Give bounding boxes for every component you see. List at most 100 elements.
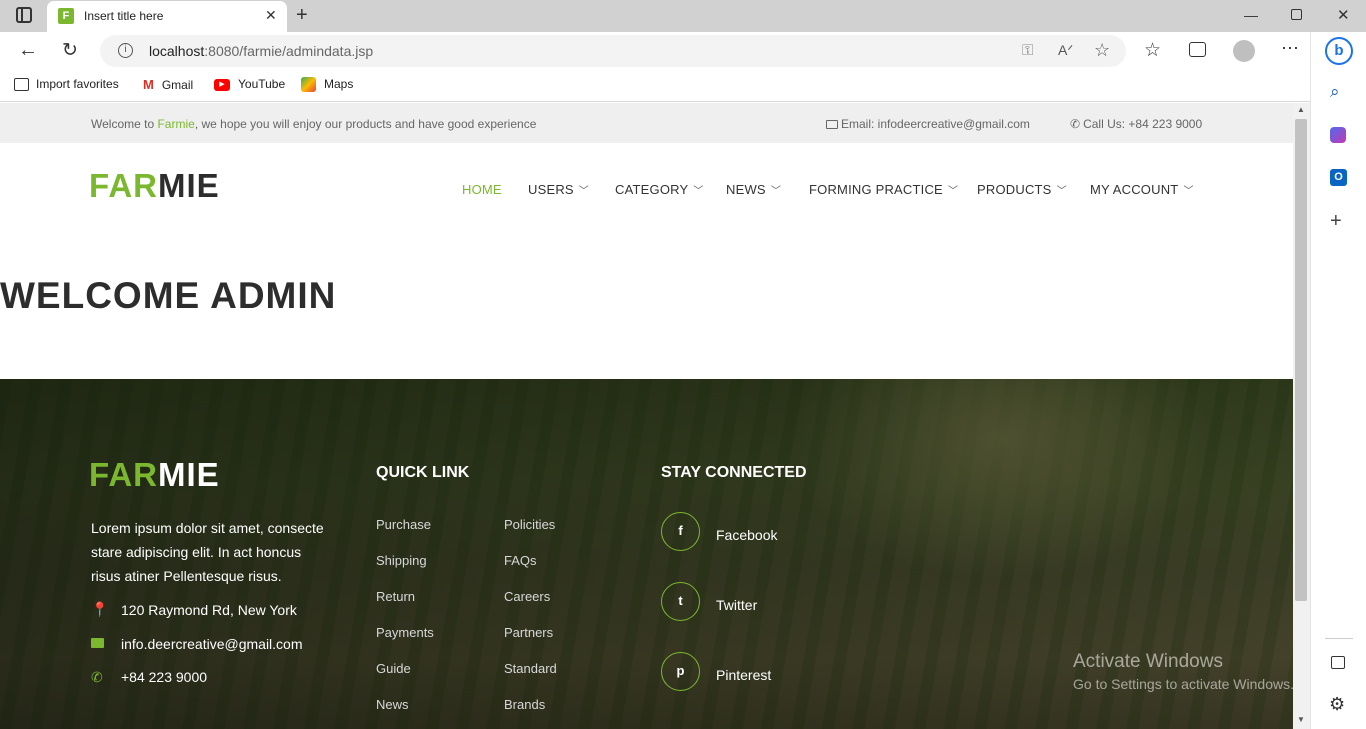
nav-news[interactable]: NEWS ﹀ [726, 182, 781, 197]
settings-gear-icon[interactable]: ⚙ [1329, 694, 1345, 715]
footer-description-line: Lorem ipsum dolor sit amet, consecte [91, 520, 324, 536]
add-sidebar-app-icon[interactable]: + [1330, 210, 1342, 233]
nav-label: PRODUCTS [977, 182, 1052, 197]
pinterest-icon[interactable]: p [661, 652, 700, 691]
profile-avatar[interactable] [1233, 40, 1255, 62]
back-icon[interactable]: ← [18, 39, 38, 62]
map-pin-icon: 📍 [91, 601, 109, 617]
nav-users[interactable]: USERS ﹀ [528, 182, 589, 197]
favorite-gmail[interactable]: M Gmail [143, 77, 193, 92]
site-info-icon[interactable]: i [118, 43, 133, 58]
chevron-down-icon: ﹀ [947, 186, 959, 197]
top-phone[interactable]: ✆ Call Us: +84 223 9000 [1070, 117, 1202, 131]
facebook-link[interactable]: Facebook [716, 527, 777, 543]
footer-description-line: stare adipiscing elit. In act honcus [91, 544, 302, 560]
logo-dark-part: MIE [158, 456, 220, 493]
watermark-subtitle: Go to Settings to activate Windows. [1073, 676, 1293, 692]
sidebar-divider [1325, 638, 1353, 639]
footer-link-guide[interactable]: Guide [376, 661, 411, 676]
tab-title: Insert title here [84, 9, 164, 23]
envelope-icon [826, 120, 838, 129]
browser-tab-bar: F Insert title here ✕ + — ✕ [0, 0, 1366, 32]
favorites-icon[interactable]: ☆ [1144, 39, 1161, 62]
nav-label: HOME [462, 182, 502, 197]
footer-link-partners[interactable]: Partners [504, 625, 553, 640]
footer-link-return[interactable]: Return [376, 589, 415, 604]
close-window-icon[interactable]: ✕ [1337, 6, 1350, 24]
favorite-label: Maps [324, 77, 354, 91]
favorite-label: YouTube [238, 77, 286, 91]
footer-link-payments[interactable]: Payments [376, 625, 434, 640]
browser-tab[interactable]: F Insert title here ✕ [47, 1, 287, 32]
collections-icon[interactable] [1189, 42, 1206, 57]
twitter-link[interactable]: Twitter [716, 597, 757, 613]
twitter-icon[interactable]: t [661, 582, 700, 621]
top-email[interactable]: Email: infodeercreative@gmail.com [826, 117, 1030, 131]
nav-label: NEWS [726, 182, 766, 197]
watermark-title: Activate Windows [1073, 651, 1223, 672]
footer-logo[interactable]: FARMIE [89, 455, 220, 495]
nav-forming-practice[interactable]: FORMING PRACTICE ﹀ [809, 182, 958, 197]
favorite-import[interactable]: Import favorites [14, 77, 119, 92]
page-scrollbar[interactable]: ▲ ▼ [1293, 103, 1310, 729]
gmail-icon: M [143, 77, 154, 92]
footer-email[interactable]: info.deercreative@gmail.com [121, 636, 303, 652]
scroll-down-arrow-icon[interactable]: ▼ [1297, 715, 1305, 724]
footer-link-news[interactable]: News [376, 697, 409, 712]
restore-icon[interactable] [1291, 9, 1302, 20]
activate-windows-watermark: Activate Windows Go to Settings to activ… [1073, 651, 1293, 692]
envelope-icon [91, 638, 104, 648]
nav-label: USERS [528, 182, 574, 197]
read-aloud-icon[interactable]: Aᐟ [1058, 42, 1073, 59]
top-email-text: Email: infodeercreative@gmail.com [841, 117, 1030, 131]
pinterest-link[interactable]: Pinterest [716, 667, 771, 683]
hide-sidebar-icon[interactable] [1331, 656, 1345, 669]
top-info-bar: Welcome to Farmie, we hope you will enjo… [0, 103, 1293, 143]
more-menu-icon[interactable]: ⋯ [1281, 38, 1299, 59]
footer-link-shipping[interactable]: Shipping [376, 553, 427, 568]
url-text: localhost:8080/farmie/admindata.jsp [149, 43, 373, 59]
url-host: localhost [149, 43, 205, 59]
tab-close-icon[interactable]: ✕ [265, 7, 277, 24]
copilot-icon[interactable] [1330, 127, 1346, 143]
favorite-maps[interactable]: Maps [301, 77, 354, 93]
footer-phone[interactable]: +84 223 9000 [121, 669, 207, 685]
stay-connected-title: STAY CONNECTED [661, 464, 807, 481]
nav-products[interactable]: PRODUCTS ﹀ [977, 182, 1067, 197]
chevron-down-icon: ﹀ [693, 186, 704, 197]
footer-link-purchase[interactable]: Purchase [376, 517, 431, 532]
favorite-label: Import favorites [36, 77, 119, 91]
facebook-icon[interactable]: f [661, 512, 700, 551]
nav-home[interactable]: HOME [462, 182, 502, 197]
page-title: WELCOME ADMIN [0, 275, 337, 316]
search-icon[interactable]: ⌕ [1330, 82, 1340, 102]
tab-actions-icon[interactable] [16, 7, 32, 23]
outlook-icon[interactable]: O [1330, 169, 1347, 186]
footer-link-standard[interactable]: Standard [504, 661, 557, 676]
tab-favicon-icon: F [58, 8, 74, 24]
footer-link-faqs[interactable]: FAQs [504, 553, 537, 568]
refresh-icon[interactable]: ↻ [62, 39, 78, 62]
bing-copilot-icon[interactable]: b [1325, 37, 1353, 65]
welcome-message: Welcome to Farmie, we hope you will enjo… [91, 117, 536, 131]
favorite-youtube[interactable]: ▶ YouTube [214, 77, 285, 91]
nav-label: CATEGORY [615, 182, 689, 197]
url-bar[interactable]: i localhost:8080/farmie/admindata.jsp ⚿ … [100, 35, 1126, 67]
footer-link-policities[interactable]: Policities [504, 517, 555, 532]
footer-link-brands[interactable]: Brands [504, 697, 545, 712]
site-logo[interactable]: FARMIE [89, 166, 220, 206]
footer-address: 120 Raymond Rd, New York [121, 602, 297, 618]
nav-my-account[interactable]: MY ACCOUNT ﹀ [1090, 182, 1194, 197]
phone-icon: ✆ [1070, 117, 1081, 131]
nav-category[interactable]: CATEGORY ﹀ [615, 182, 704, 197]
new-tab-icon[interactable]: + [296, 4, 308, 27]
nav-label: MY ACCOUNT [1090, 182, 1179, 197]
welcome-brand[interactable]: Farmie [157, 117, 194, 131]
add-favorite-icon[interactable]: ☆ [1094, 40, 1110, 61]
scrollbar-thumb[interactable] [1295, 119, 1307, 601]
password-key-icon[interactable]: ⚿ [1022, 42, 1033, 59]
minimize-icon[interactable]: — [1244, 7, 1258, 23]
top-phone-text: Call Us: +84 223 9000 [1083, 117, 1203, 131]
footer-link-careers[interactable]: Careers [504, 589, 550, 604]
scroll-up-arrow-icon[interactable]: ▲ [1297, 105, 1305, 114]
